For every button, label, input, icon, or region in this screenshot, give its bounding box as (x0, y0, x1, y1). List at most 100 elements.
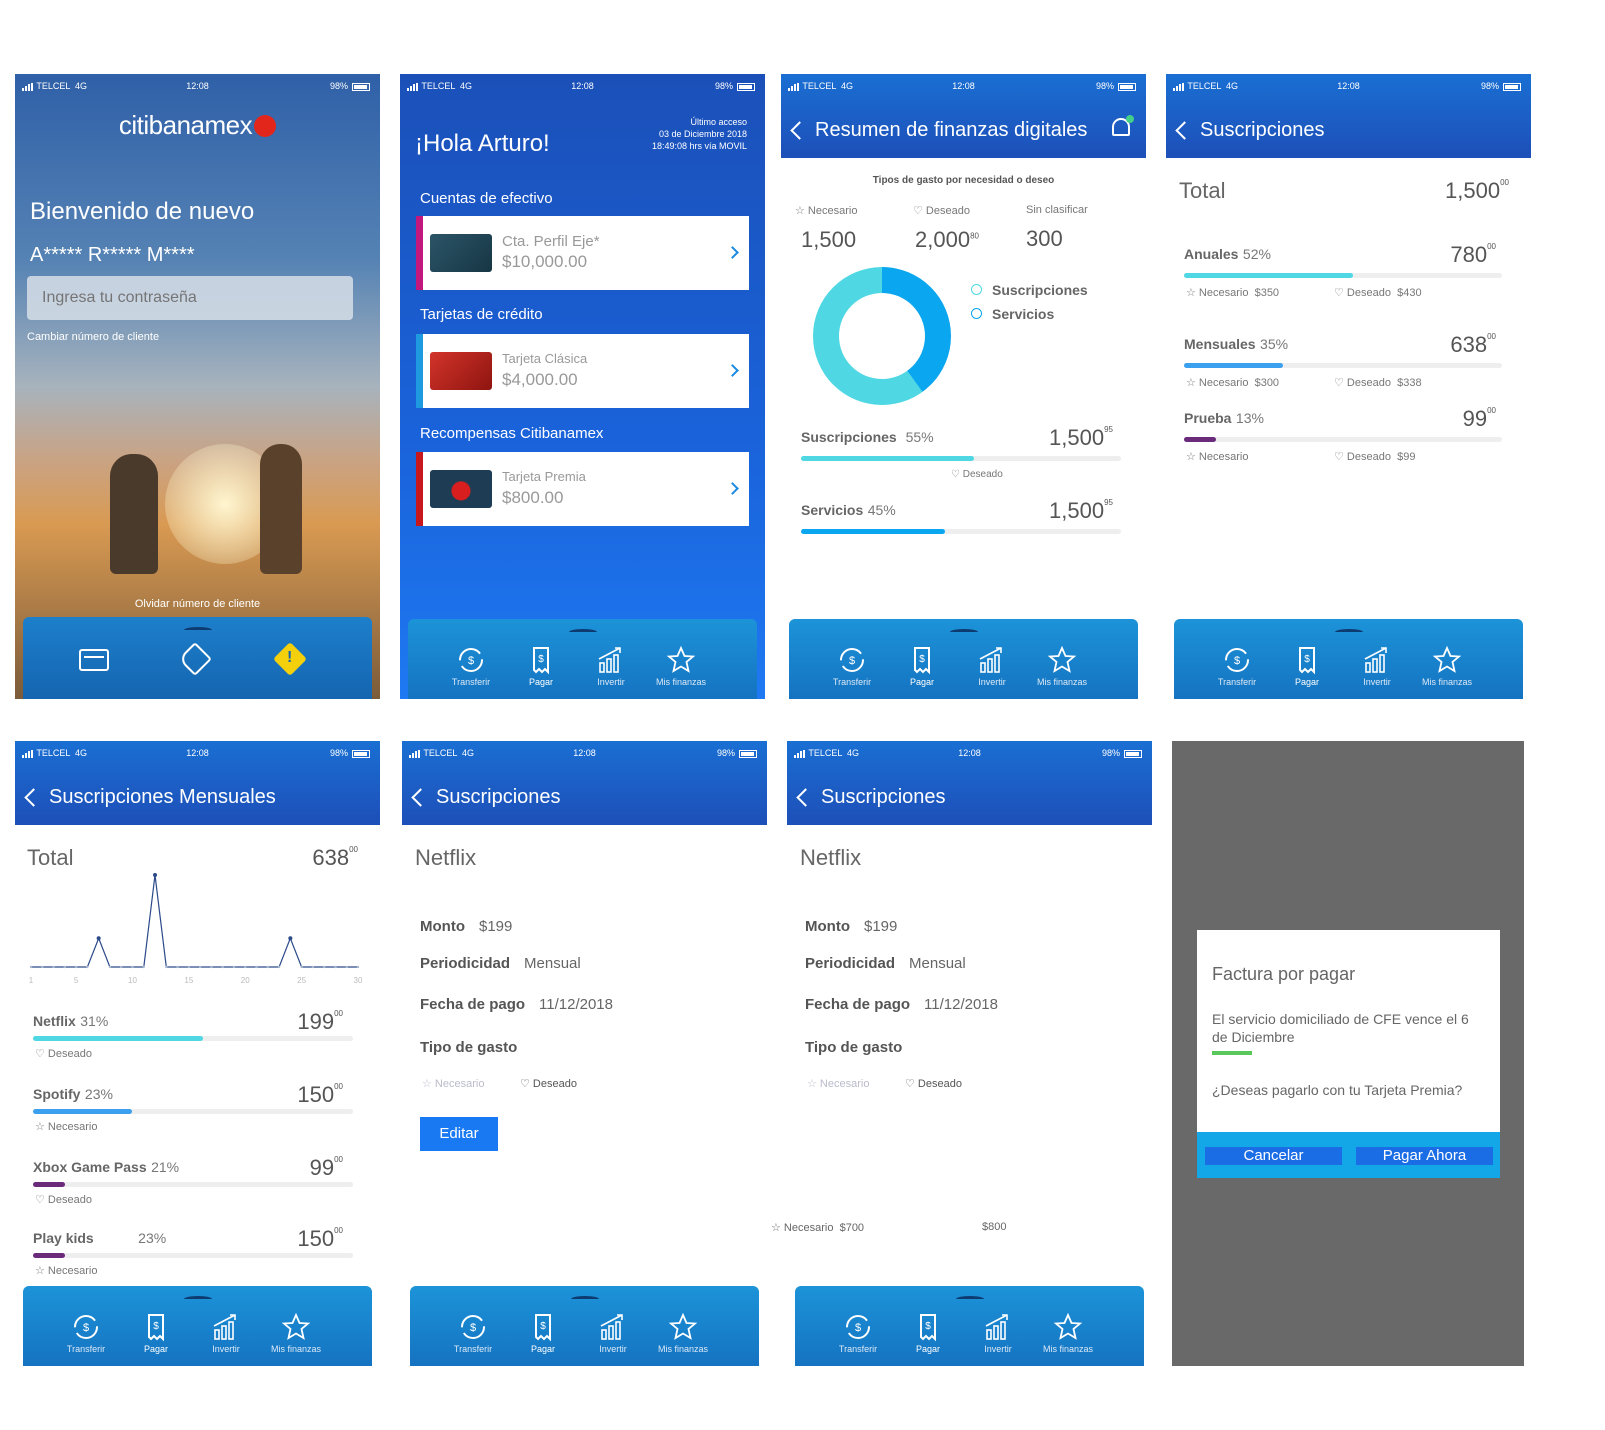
svg-text:$: $ (540, 1321, 546, 1332)
group-mensuales[interactable]: Mensuales 35% 63800 ☆ Necesario $300 ♡ D… (1184, 332, 1502, 396)
edit-button[interactable]: Editar (420, 1117, 498, 1151)
tab-invertir[interactable]: Invertir (957, 645, 1027, 687)
page-title: Suscripciones (1200, 119, 1325, 141)
detail-monto: Monto $199 (420, 918, 513, 935)
back-arrow-icon[interactable] (796, 788, 815, 807)
tab-mis-finanzas[interactable]: Mis finanzas (646, 645, 716, 687)
password-input[interactable] (27, 276, 353, 320)
data-point (63, 965, 67, 969)
svg-text:$: $ (470, 1322, 476, 1334)
monthly-item-netflix[interactable]: Netflix 31% 19900 ♡ Deseado (33, 1009, 353, 1073)
cancel-button[interactable]: Cancelar (1205, 1147, 1342, 1165)
bottom-tab-bar: $ Transferir $ Pagar Invertir Mis finanzas (410, 1286, 759, 1366)
chart-up-icon (957, 645, 1027, 675)
data-point (345, 965, 348, 969)
receipt-icon: $ (506, 645, 576, 675)
transfer-icon: $ (817, 645, 887, 675)
tab-label: Pagar (915, 1344, 941, 1354)
tab-transferir[interactable]: $ Transferir (438, 1312, 508, 1354)
data-point (198, 965, 202, 969)
tab-invertir[interactable]: Invertir (191, 1312, 261, 1354)
page-title: Suscripciones Mensuales (49, 786, 276, 808)
status-bar: TELCEL 4G 12:08 98% (1166, 74, 1531, 98)
tab-label: Pagar (1294, 677, 1320, 687)
tab-transferir[interactable]: $ Transferir (51, 1312, 121, 1354)
subscription-detail-screen: TELCEL 4G 12:08 98% Suscripciones Netfli… (402, 741, 767, 1366)
tab-invertir[interactable]: Invertir (576, 645, 646, 687)
card-thumbnail (430, 352, 492, 390)
card-icon[interactable] (79, 649, 109, 671)
data-point (300, 965, 303, 969)
chevron-right-icon (726, 364, 739, 377)
tab-label: Mis finanzas (1036, 677, 1088, 687)
legend: Suscripciones Servicios (971, 278, 1088, 326)
tab-pagar[interactable]: $ Pagar (893, 1312, 963, 1354)
tab-mis-finanzas[interactable]: Mis finanzas (1027, 645, 1097, 687)
data-point (187, 965, 191, 969)
data-point (153, 873, 158, 877)
tab-label: Mis finanzas (270, 1344, 322, 1354)
bottom-tab-bar: $ Transferir $ Pagar Invertir Mis finanzas (408, 619, 757, 699)
back-arrow-icon[interactable] (24, 788, 43, 807)
tag-icon[interactable] (178, 642, 212, 676)
type-option-necesario[interactable]: ☆ Necesario (422, 1077, 484, 1090)
section-title-rewards: Recompensas Citibanamex (420, 425, 604, 442)
account-card-credit[interactable]: Tarjeta Clásica $4,000.00 (416, 334, 749, 408)
tab-invertir[interactable]: Invertir (963, 1312, 1033, 1354)
tab-mis-finanzas[interactable]: Mis finanzas (648, 1312, 718, 1354)
monthly-item-xbox[interactable]: Xbox Game Pass 21% 9900 ♡ Deseado (33, 1155, 353, 1219)
type-option-necesario[interactable]: ☆ Necesario (807, 1077, 869, 1090)
last-access: Último acceso 03 de Diciembre 2018 18:49… (651, 117, 747, 151)
progress-fill (33, 1109, 133, 1114)
tab-pagar[interactable]: $ Pagar (887, 645, 957, 687)
tab-pagar[interactable]: $ Pagar (121, 1312, 191, 1354)
monthly-item-playkids[interactable]: Play kids 23% 15000 ☆ Necesario (33, 1226, 353, 1290)
dialog-accent-line (1212, 1051, 1252, 1055)
receipt-icon: $ (893, 1312, 963, 1342)
type-option-deseado[interactable]: ♡ Deseado (520, 1077, 577, 1090)
tab-transferir[interactable]: $ Transferir (823, 1312, 893, 1354)
star-icon (261, 1312, 331, 1342)
tab-mis-finanzas[interactable]: Mis finanzas (1033, 1312, 1103, 1354)
x-tick-label: 1 (29, 976, 34, 985)
back-arrow-icon[interactable] (1175, 121, 1194, 140)
tab-pagar[interactable]: $ Pagar (508, 1312, 578, 1354)
back-arrow-icon[interactable] (411, 788, 430, 807)
group-anuales[interactable]: Anuales 52% 78000 ☆ Necesario $350 ♡ Des… (1184, 242, 1502, 306)
data-point (232, 965, 236, 969)
summary-row-servicios[interactable]: Servicios 45% 1,50095 (801, 498, 1121, 542)
category-sin-clasificar: Sin clasificar 300 (1026, 204, 1088, 251)
back-arrow-icon[interactable] (790, 121, 809, 140)
account-card-cash[interactable]: Cta. Perfil Eje* $10,000.00 (416, 216, 749, 290)
tab-transferir[interactable]: $ Transferir (817, 645, 887, 687)
data-point (108, 965, 112, 969)
notification-bell-icon[interactable] (1112, 115, 1134, 136)
tab-mis-finanzas[interactable]: Mis finanzas (1412, 645, 1482, 687)
account-card-rewards[interactable]: Tarjeta Premia $800.00 (416, 452, 749, 526)
data-point (255, 965, 258, 969)
tab-mis-finanzas[interactable]: Mis finanzas (261, 1312, 331, 1354)
daily-spending-chart: 1 5 10 15 20 25 30 (29, 873, 363, 985)
tab-invertir[interactable]: Invertir (1342, 645, 1412, 687)
category-deseado: ♡ Deseado 2,00080 (913, 205, 979, 252)
type-option-deseado[interactable]: ♡ Deseado (905, 1077, 962, 1090)
welcome-text: Bienvenido de nuevo (30, 198, 255, 225)
tab-label: Transferir (66, 1344, 106, 1354)
data-point (288, 936, 293, 941)
tab-pagar[interactable]: $ Pagar (506, 645, 576, 687)
x-tick-label: 5 (74, 976, 79, 985)
tab-invertir[interactable]: Invertir (578, 1312, 648, 1354)
dialog-message: El servicio domiciliado de CFE vence el … (1212, 1011, 1469, 1045)
monthly-item-spotify[interactable]: Spotify 23% 15000 ☆ Necesario (33, 1082, 353, 1146)
tab-label: Invertir (984, 1344, 1012, 1354)
summary-row-suscripciones[interactable]: Suscripciones 55% 1,50095 ♡ Deseado (801, 425, 1121, 489)
group-prueba[interactable]: Prueba 13% 9900 ☆ Necesario ♡ Deseado $9… (1184, 406, 1502, 470)
tab-transferir[interactable]: $ Transferir (1202, 645, 1272, 687)
change-client-link[interactable]: Cambiar número de cliente (27, 331, 159, 343)
tab-label: Transferir (451, 677, 491, 687)
pay-now-button[interactable]: Pagar Ahora (1356, 1147, 1493, 1165)
tab-pagar[interactable]: $ Pagar (1272, 645, 1342, 687)
tab-transferir[interactable]: $ Transferir (436, 645, 506, 687)
forgot-client-link[interactable]: Olvidar número de cliente (15, 598, 380, 610)
stray-value: $800 (982, 1221, 1007, 1233)
